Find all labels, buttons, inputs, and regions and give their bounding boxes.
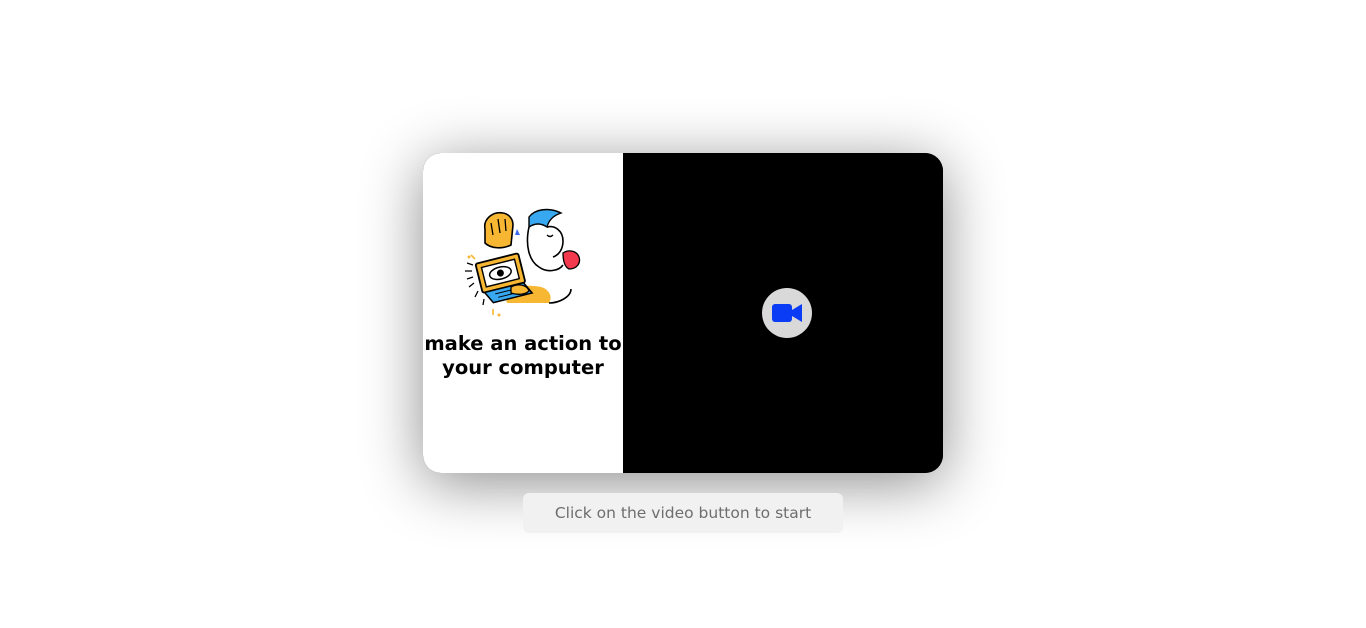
video-camera-icon: [772, 304, 802, 322]
video-preview: [623, 153, 943, 473]
video-card: make an action to your computer: [423, 153, 943, 473]
page: make an action to your computer Click on…: [0, 0, 1366, 628]
person-with-laptop-eye-illustration: [465, 208, 581, 317]
intro-panel: make an action to your computer: [423, 153, 623, 473]
start-video-button[interactable]: [762, 288, 812, 338]
headline: make an action to your computer: [424, 332, 622, 379]
instruction-hint: Click on the video button to start: [523, 493, 843, 533]
